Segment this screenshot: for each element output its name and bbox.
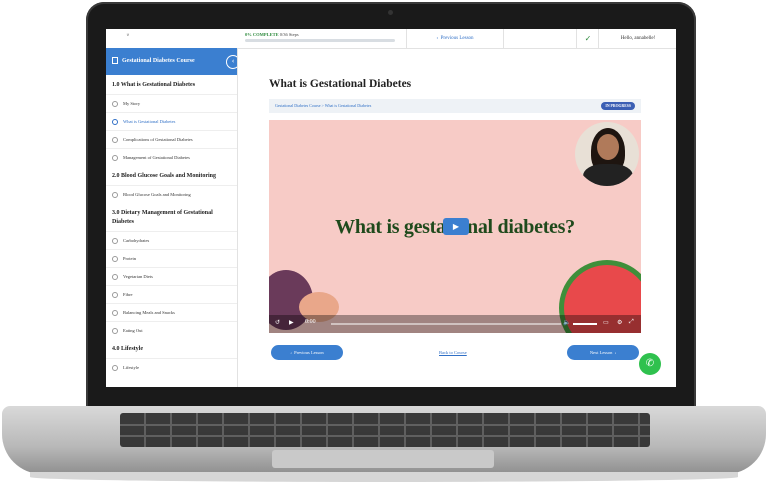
breadcrumb: Gestational Diabetes Course > What is Ge… bbox=[269, 99, 641, 113]
lesson-label: Carbohydrates bbox=[123, 238, 150, 243]
sidebar-lesson-item[interactable]: Fibre bbox=[106, 285, 237, 303]
lesson-status-circle-icon bbox=[112, 191, 118, 198]
lesson-label: Blood Glucose Goals and Monitoring bbox=[123, 192, 191, 197]
play-icon[interactable]: ▶ bbox=[443, 218, 469, 235]
course-header[interactable]: Gestational Diabetes Course ‹ bbox=[106, 48, 237, 75]
lesson-label: Vegetarian Diets bbox=[123, 274, 153, 279]
sidebar-sections: 1.0 What is Gestational Diabetes My Story… bbox=[106, 75, 237, 376]
settings-icon[interactable]: ⚙ bbox=[617, 319, 622, 326]
progress-steps: 0/36 Steps bbox=[279, 32, 299, 37]
play-small-icon[interactable]: ▶ bbox=[289, 319, 294, 326]
breadcrumb-text[interactable]: Gestational Diabetes Course > What is Ge… bbox=[275, 103, 371, 108]
course-progress: 0% COMPLETE 0/36 Steps bbox=[245, 32, 395, 42]
lesson-status-circle-icon bbox=[112, 364, 118, 371]
lesson-content: What is Gestational Diabetes Gestational… bbox=[237, 48, 676, 387]
presenter-webcam bbox=[575, 122, 639, 186]
video-scrubber[interactable] bbox=[331, 323, 561, 325]
lesson-status-circle-icon bbox=[112, 237, 118, 244]
lesson-label: What is Gestational Diabetes bbox=[123, 119, 176, 124]
lesson-label: Lifestyle bbox=[123, 365, 139, 370]
lesson-label: Complications of Gestational Diabetes bbox=[123, 137, 193, 142]
lesson-status-circle-icon bbox=[112, 118, 118, 125]
sidebar-lesson-item[interactable]: Eating Out bbox=[106, 321, 237, 339]
lesson-status-circle-icon bbox=[112, 327, 118, 334]
progress-bar bbox=[245, 39, 395, 42]
lesson-status-circle-icon bbox=[112, 154, 118, 161]
lesson-navigation: ‹ Previous Lesson Back to Course Next Le… bbox=[269, 345, 641, 361]
video-time: 0:00 bbox=[305, 319, 316, 325]
lesson-label: Management of Gestational Diabetes bbox=[123, 155, 190, 160]
video-player[interactable]: What is gestational diabetes? ▶ ↺ ▶ 0:00… bbox=[269, 120, 641, 333]
user-greeting[interactable]: Hello, annabelle! bbox=[598, 29, 676, 48]
previous-lesson-button[interactable]: ‹ Previous Lesson bbox=[271, 345, 343, 360]
base-shadow bbox=[30, 472, 738, 482]
course-sidebar: Gestational Diabetes Course ‹ 1.0 What i… bbox=[106, 48, 238, 387]
sidebar-lesson-item[interactable]: Management of Gestational Diabetes bbox=[106, 148, 237, 166]
trackpad bbox=[272, 450, 494, 468]
mark-complete-button[interactable]: ✓ bbox=[576, 29, 599, 48]
lesson-status-circle-icon bbox=[112, 255, 118, 262]
lesson-label: Eating Out bbox=[123, 328, 143, 333]
progress-percent: 0% COMPLETE bbox=[245, 32, 279, 37]
keyboard bbox=[120, 413, 650, 447]
next-lesson-button[interactable]: Next Lesson › bbox=[567, 345, 639, 360]
checkmark-icon: ✓ bbox=[584, 34, 592, 43]
back-to-course-link[interactable]: Back to Course bbox=[439, 350, 467, 355]
sidebar-lesson-item[interactable]: What is Gestational Diabetes bbox=[106, 112, 237, 130]
top-bar: ❦ 0% COMPLETE 0/36 Steps ‹ Previous Less… bbox=[106, 29, 676, 49]
video-controls: ↺ ▶ 0:00 🔈 ▭ ⚙ ⤢ bbox=[269, 315, 641, 333]
site-logo[interactable]: ❦ bbox=[112, 33, 144, 44]
status-badge: IN PROGRESS bbox=[601, 102, 635, 110]
fullscreen-icon[interactable]: ⤢ bbox=[629, 319, 634, 326]
next-button-label: Next Lesson bbox=[589, 350, 613, 355]
sidebar-lesson-item[interactable]: Protein bbox=[106, 249, 237, 267]
sidebar-lesson-item[interactable]: My Story bbox=[106, 94, 237, 112]
course-title: Gestational Diabetes Course bbox=[122, 58, 195, 64]
lesson-status-circle-icon bbox=[112, 136, 118, 143]
lesson-status-circle-icon bbox=[112, 100, 118, 107]
page-title: What is Gestational Diabetes bbox=[269, 78, 412, 90]
whatsapp-icon[interactable]: ✆ bbox=[639, 353, 661, 375]
rewind-icon[interactable]: ↺ bbox=[275, 319, 280, 326]
sidebar-lesson-item[interactable]: Complications of Gestational Diabetes bbox=[106, 130, 237, 148]
volume-icon[interactable]: 🔈 bbox=[563, 319, 570, 326]
laptop-screen: ❦ 0% COMPLETE 0/36 Steps ‹ Previous Less… bbox=[106, 29, 676, 387]
section-title[interactable]: 3.0 Dietary Management of Gestational Di… bbox=[106, 203, 237, 231]
lesson-status-circle-icon bbox=[112, 291, 118, 298]
document-icon bbox=[112, 57, 118, 65]
lesson-label: Protein bbox=[123, 256, 136, 261]
lesson-label: Balancing Meals and Snacks bbox=[123, 310, 175, 315]
lesson-label: My Story bbox=[123, 101, 141, 106]
sidebar-lesson-item[interactable]: Blood Glucose Goals and Monitoring bbox=[106, 185, 237, 203]
chevron-left-icon: ‹ bbox=[436, 36, 439, 41]
sidebar-lesson-item[interactable]: Carbohydrates bbox=[106, 231, 237, 249]
sidebar-lesson-item[interactable]: Vegetarian Diets bbox=[106, 267, 237, 285]
sidebar-lesson-item[interactable]: Lifestyle bbox=[106, 358, 237, 376]
topbar-previous-lesson[interactable]: ‹ Previous Lesson bbox=[406, 29, 504, 48]
captions-icon[interactable]: ▭ bbox=[603, 319, 609, 326]
volume-slider[interactable] bbox=[573, 323, 597, 325]
sidebar-lesson-item[interactable]: Balancing Meals and Snacks bbox=[106, 303, 237, 321]
camera-icon bbox=[388, 10, 393, 15]
lesson-label: Fibre bbox=[123, 292, 133, 297]
lesson-status-circle-icon bbox=[112, 273, 118, 280]
previous-lesson-label: Previous Lesson bbox=[440, 36, 474, 41]
section-title[interactable]: 2.0 Blood Glucose Goals and Monitoring bbox=[106, 166, 237, 185]
prev-button-label: Previous Lesson bbox=[294, 350, 324, 355]
section-title[interactable]: 4.0 Lifestyle bbox=[106, 339, 237, 358]
section-title[interactable]: 1.0 What is Gestational Diabetes bbox=[106, 75, 237, 94]
lesson-status-circle-icon bbox=[112, 309, 118, 316]
